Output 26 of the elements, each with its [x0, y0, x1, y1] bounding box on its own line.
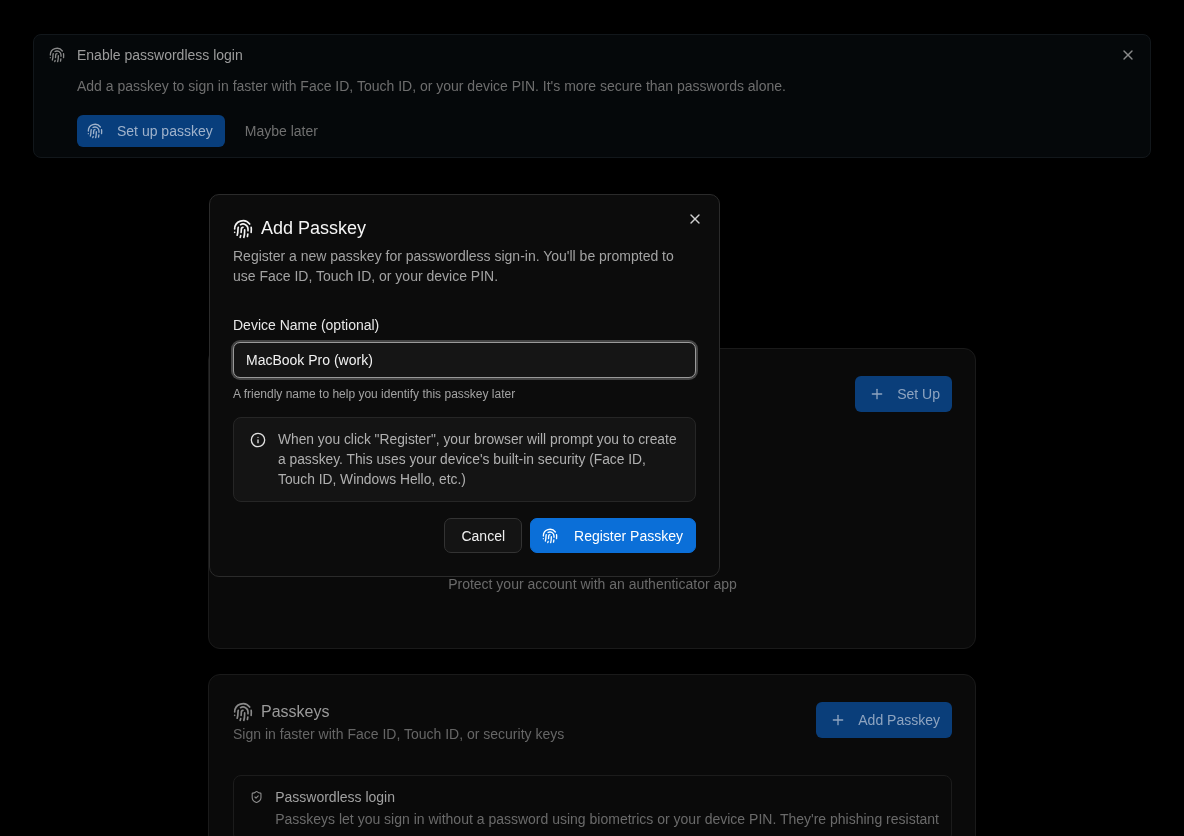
maybe-later-button[interactable]: Maybe later	[244, 123, 318, 139]
dialog-title: Add Passkey	[261, 218, 367, 239]
fingerprint-icon	[49, 47, 65, 63]
empty-state-text: Protect your account with an authenticator app	[448, 578, 737, 591]
info-title: Passwordless login	[275, 789, 396, 805]
field-hint: A friendly name to help you identify this passkey later	[233, 387, 517, 401]
banner-description: Add a passkey to sign in faster with Face ID, Touch ID, or your device PIN. It's more secure than passwords alone.	[77, 77, 787, 96]
card-subtitle: Sign in faster with Face ID, Touch ID, or security keys	[233, 726, 565, 742]
fingerprint-icon	[233, 702, 253, 722]
fingerprint-icon	[87, 123, 103, 139]
device-name-field[interactable]: MacBook Pro (work)	[233, 342, 696, 378]
info-text: Passkeys let you sign in without a password using biometrics or your device PIN. They're phishing resistant	[275, 810, 939, 829]
banner-title: Enable passwordless login	[77, 47, 244, 63]
card-title: Passkeys	[261, 703, 330, 721]
add-passkey-button[interactable]: Add Passkey	[816, 702, 952, 738]
info-icon	[250, 432, 266, 448]
dialog-description: Register a new passkey for passwordless sign-in. You'll be prompted to use Face ID, Touch ID, or your device PIN.	[233, 247, 675, 286]
set-up-passkey-button[interactable]: Set up passkey	[77, 115, 225, 147]
set-up-button[interactable]: Set Up	[855, 376, 952, 412]
fingerprint-icon	[233, 218, 253, 239]
cancel-button[interactable]: Cancel	[444, 518, 523, 553]
fingerprint-icon	[542, 527, 559, 544]
field-label: Device Name (optional)	[233, 316, 381, 334]
notice-text: When you click "Register", your browser will prompt you to create a passkey. This uses your device's built-in security (Face ID, Touch ID, Windows Hello, etc.)	[278, 431, 678, 489]
shield-check-icon	[250, 789, 264, 805]
register-passkey-button[interactable]: Register Passkey	[530, 518, 696, 553]
